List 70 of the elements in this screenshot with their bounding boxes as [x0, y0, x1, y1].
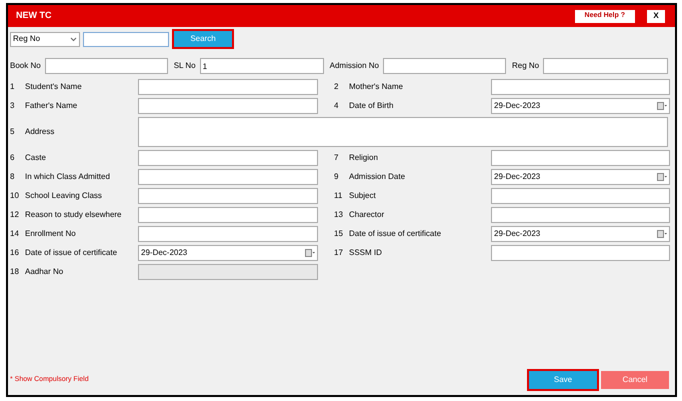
- text-field[interactable]: [382, 58, 506, 74]
- field-number: 2: [334, 81, 340, 93]
- field-label: Book No: [10, 60, 41, 72]
- field-number: 7: [334, 152, 340, 164]
- text-field[interactable]: [543, 58, 668, 74]
- date-field[interactable]: 29-Dec-2023: [491, 98, 670, 114]
- text-field[interactable]: [491, 188, 670, 204]
- close-button[interactable]: X: [647, 10, 665, 22]
- field-number: 9: [334, 171, 340, 183]
- text-field[interactable]: [138, 98, 318, 114]
- text-field[interactable]: [491, 207, 670, 223]
- field-number: 12: [10, 209, 20, 221]
- field-number: 3: [10, 100, 16, 112]
- text-field[interactable]: [44, 58, 168, 74]
- field-number: 11: [334, 190, 344, 202]
- field-label: Religion: [349, 152, 379, 164]
- text-field[interactable]: [138, 226, 318, 242]
- field-number: 10: [10, 190, 20, 202]
- field-label: Enrollment No: [25, 228, 77, 240]
- field-number: 1: [10, 81, 16, 93]
- field-number: 5: [10, 126, 16, 138]
- text-field[interactable]: [138, 207, 318, 223]
- field-label: In which Class Admitted: [25, 171, 111, 183]
- text-field[interactable]: [138, 188, 318, 204]
- field-label: Date of issue of certificate: [25, 247, 118, 259]
- field-label: Charector: [349, 209, 386, 221]
- text-field[interactable]: [491, 150, 670, 166]
- field-number: 6: [10, 152, 16, 164]
- field-label: SL No: [174, 60, 196, 72]
- text-field[interactable]: 1: [200, 58, 324, 74]
- date-field[interactable]: 29-Dec-2023: [491, 169, 670, 185]
- search-type-select[interactable]: Reg No: [10, 32, 80, 46]
- date-field[interactable]: 29-Dec-2023: [491, 226, 670, 242]
- field-number: 16: [10, 247, 20, 259]
- field-label: Reason to study elsewhere: [25, 209, 122, 221]
- window-title: NEW TC: [16, 9, 52, 22]
- field-number: 13: [334, 209, 344, 221]
- field-number: 14: [10, 228, 20, 240]
- field-number: 4: [334, 100, 340, 112]
- field-number: 18: [10, 266, 20, 278]
- field-label: Subject: [349, 190, 377, 202]
- text-field[interactable]: [138, 169, 318, 185]
- calendar-dropdown-icon[interactable]: [657, 173, 667, 181]
- field-label: Aadhar No: [25, 266, 64, 278]
- field-label: Date of Birth: [349, 100, 394, 112]
- search-field[interactable]: [83, 32, 169, 46]
- field-label: Admission Date: [349, 171, 406, 183]
- field-label: Mother's Name: [349, 81, 404, 93]
- calendar-dropdown-icon[interactable]: [657, 102, 667, 110]
- field-number: 17: [334, 247, 344, 259]
- text-field[interactable]: [491, 79, 670, 95]
- calendar-dropdown-icon[interactable]: [657, 230, 667, 238]
- field-label: School Leaving Class: [25, 190, 103, 202]
- text-area[interactable]: [138, 117, 668, 147]
- field-label: Student's Name: [25, 81, 83, 93]
- field-label: Reg No: [512, 60, 540, 72]
- text-field[interactable]: [138, 79, 318, 95]
- field-number: 8: [10, 171, 16, 183]
- field-label: Address: [25, 126, 56, 138]
- text-field[interactable]: [138, 150, 318, 166]
- chevron-down-icon: [70, 36, 77, 42]
- field-label: Admission No: [330, 60, 379, 72]
- field-label: Date of issue of certificate: [349, 228, 442, 240]
- field-label: SSSM ID: [349, 247, 383, 259]
- field-label: Caste: [25, 152, 47, 164]
- date-field[interactable]: 29-Dec-2023: [138, 245, 318, 261]
- calendar-dropdown-icon[interactable]: [305, 249, 315, 257]
- field-number: 15: [334, 228, 344, 240]
- field-label: Father's Name: [25, 100, 78, 112]
- text-field[interactable]: [491, 245, 670, 261]
